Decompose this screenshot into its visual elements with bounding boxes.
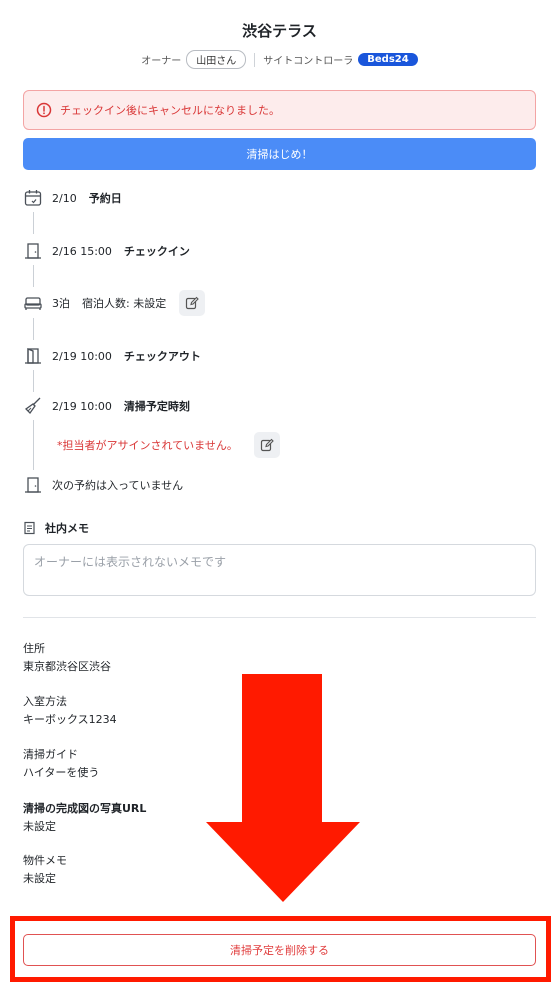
stay-nights: 3泊 [52,297,70,310]
unassigned-warning: *担当者がアサインされていません。 [57,439,238,452]
unassigned-row: *担当者がアサインされていません。 [57,432,280,458]
info-value: 未設定 [23,820,56,833]
cleaning-label: 清掃予定時刻 [123,400,190,413]
cleaning-date: 2/19 10:00 [52,399,112,413]
owner-row: オーナー 山田さん サイトコントローラ Beds24 [0,50,559,69]
delete-cleaning-button[interactable]: 清掃予定を削除する [23,934,536,966]
timeline-cleaning: 2/19 10:00 清掃予定時刻 [23,396,190,416]
memo-input[interactable] [23,544,536,596]
site-controller-badge: Beds24 [358,53,418,66]
info-value: キーボックス1234 [23,713,117,726]
memo-title: 社内メモ [23,520,89,536]
annotation-arrow-icon [206,674,360,902]
info-entry: 入室方法 キーボックス1234 [23,693,117,729]
owner-pill[interactable]: 山田さん [186,50,247,69]
timeline-booking: 2/10 予約日 [23,188,122,208]
timeline-stay: 3泊 宿泊人数: 未設定 [23,290,206,316]
calendar-icon [23,188,43,208]
memo-title-text: 社内メモ [45,522,89,535]
section-divider [23,617,536,618]
alert-circle-icon [36,102,52,118]
checkout-label: チェックアウト [123,350,201,363]
info-address: 住所 東京都渋谷区渋谷 [23,640,111,676]
checkin-label: チェックイン [123,245,190,258]
info-label: 物件メモ [23,854,67,867]
info-label: 住所 [23,642,45,655]
checkin-date: 2/16 15:00 [52,244,112,258]
timeline-checkin: 2/16 15:00 チェックイン [23,241,190,261]
edit-icon [186,296,199,310]
memo-icon [24,521,35,535]
timeline-connector [33,212,34,234]
next-booking-label: 次の予約は入っていません [52,479,184,492]
booking-date: 2/10 [52,191,77,205]
start-cleaning-button[interactable]: 清掃はじめ！ [23,138,536,170]
info-property-memo: 物件メモ 未設定 [23,852,67,888]
owner-label: オーナー [141,56,182,67]
info-value: ハイターを使う [23,766,100,779]
info-label: 清掃の完成図の写真URL [23,802,147,815]
timeline-next: 次の予約は入っていません [23,475,183,495]
page-title: 渋谷テラス [242,22,317,40]
bed-icon [23,293,43,313]
cancel-alert: チェックイン後にキャンセルになりました。 [23,90,536,130]
assign-staff-button[interactable] [253,432,280,458]
door-open-icon [23,346,43,366]
info-guide: 清掃ガイド ハイターを使う [23,746,99,782]
info-photo-url: 清掃の完成図の写真URL 未設定 [23,800,146,836]
broom-icon [23,396,43,416]
timeline-checkout: 2/19 10:00 チェックアウト [23,346,201,366]
edit-guests-button[interactable] [179,290,206,316]
timeline-connector [33,420,34,470]
timeline-connector [33,370,34,392]
timeline-connector [33,318,34,340]
edit-icon [260,438,274,452]
alert-message: チェックイン後にキャンセルになりました。 [60,104,280,117]
booking-label: 予約日 [88,192,122,205]
info-value: 未設定 [23,872,56,885]
timeline-connector [33,265,34,287]
site-controller-label: サイトコントローラ [263,56,354,67]
checkout-date: 2/19 10:00 [52,349,112,363]
divider [254,52,256,67]
door-icon [23,241,43,261]
info-label: 入室方法 [23,695,67,708]
info-label: 清掃ガイド [23,748,78,761]
door-icon [23,475,43,495]
info-value: 東京都渋谷区渋谷 [23,660,111,673]
guest-count: 宿泊人数: 未設定 [82,297,167,310]
